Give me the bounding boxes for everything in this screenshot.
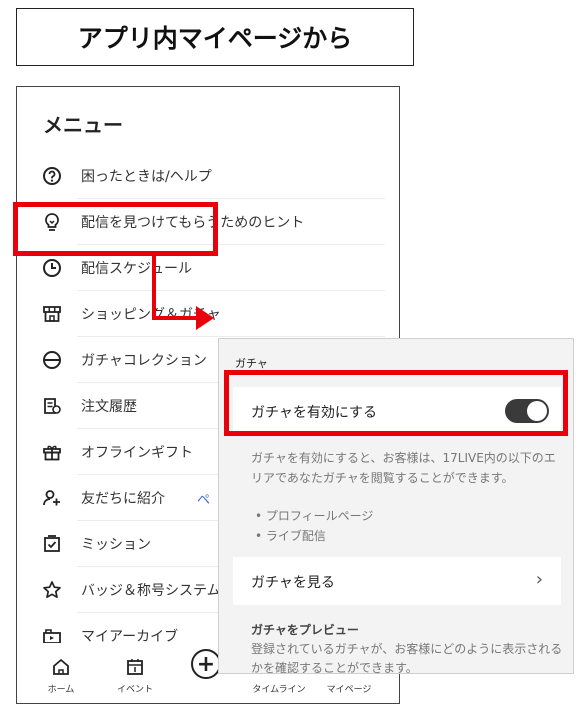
nav-timeline-label: タイムライン bbox=[252, 685, 306, 695]
create-plus-button[interactable]: + bbox=[191, 649, 221, 679]
chevron-right-icon: › bbox=[535, 569, 543, 590]
nav-home[interactable]: ホーム bbox=[31, 656, 91, 695]
menu-item-label: バッジ＆称号システム bbox=[81, 583, 221, 599]
list-item: • プロフィールページ bbox=[255, 509, 374, 523]
gacha-description: ガチャを有効にすると、お客様は、17LIVE内の以下のエリアであなたガチャを閲覧… bbox=[251, 451, 556, 485]
nav-event[interactable]: イベント bbox=[105, 656, 165, 695]
preview-description: 登録されているガチャが、お客様にどのように表示されるかを確認することができます。 bbox=[251, 642, 563, 674]
page-title: アプリ内マイページから bbox=[16, 8, 414, 66]
clock-icon bbox=[41, 257, 63, 279]
menu-item-extra-text: ペ bbox=[197, 492, 211, 508]
menu-heading: メニュー bbox=[43, 113, 123, 137]
nav-mypage-label: マイページ bbox=[326, 685, 372, 695]
checklist-icon bbox=[41, 533, 63, 555]
highlight-enable-toggle bbox=[224, 370, 568, 436]
menu-item-label: 注文履歴 bbox=[81, 399, 137, 415]
calendar-icon bbox=[105, 656, 165, 678]
order-history-icon bbox=[41, 395, 63, 417]
menu-item-label: 配信スケジュール bbox=[81, 261, 193, 277]
add-friend-icon bbox=[41, 487, 63, 509]
nav-home-label: ホーム bbox=[47, 685, 75, 695]
nav-event-label: イベント bbox=[116, 685, 153, 695]
view-gacha-label: ガチャを見る bbox=[251, 575, 335, 591]
menu-item-label: ミッション bbox=[81, 537, 151, 553]
view-gacha-row[interactable]: ガチャを見る › bbox=[233, 557, 561, 605]
menu-item-help[interactable]: 困ったときは/ヘルプ bbox=[17, 153, 399, 199]
arrow-right-icon bbox=[196, 306, 214, 330]
menu-item-label: オフラインギフト bbox=[81, 445, 193, 461]
capsule-icon bbox=[41, 349, 63, 371]
list-item: • ライブ配信 bbox=[255, 528, 326, 543]
menu-item-label: ガチャコレクション bbox=[81, 353, 207, 369]
highlight-connector bbox=[152, 256, 156, 320]
question-icon bbox=[41, 165, 63, 187]
panel-heading: ガチャ bbox=[235, 357, 268, 370]
home-icon bbox=[31, 656, 91, 678]
highlight-shopping-gacha bbox=[13, 202, 218, 256]
gacha-areas-list: • プロフィールページ • ライブ配信 bbox=[255, 507, 373, 546]
preview-title: ガチャをプレビュー bbox=[251, 623, 359, 637]
menu-item-label: 友だちに紹介 bbox=[81, 491, 165, 507]
shop-icon bbox=[41, 303, 63, 325]
highlight-connector bbox=[152, 316, 202, 320]
star-icon bbox=[41, 579, 63, 601]
gift-icon bbox=[41, 441, 63, 463]
menu-item-label: 困ったときは/ヘルプ bbox=[81, 169, 212, 185]
